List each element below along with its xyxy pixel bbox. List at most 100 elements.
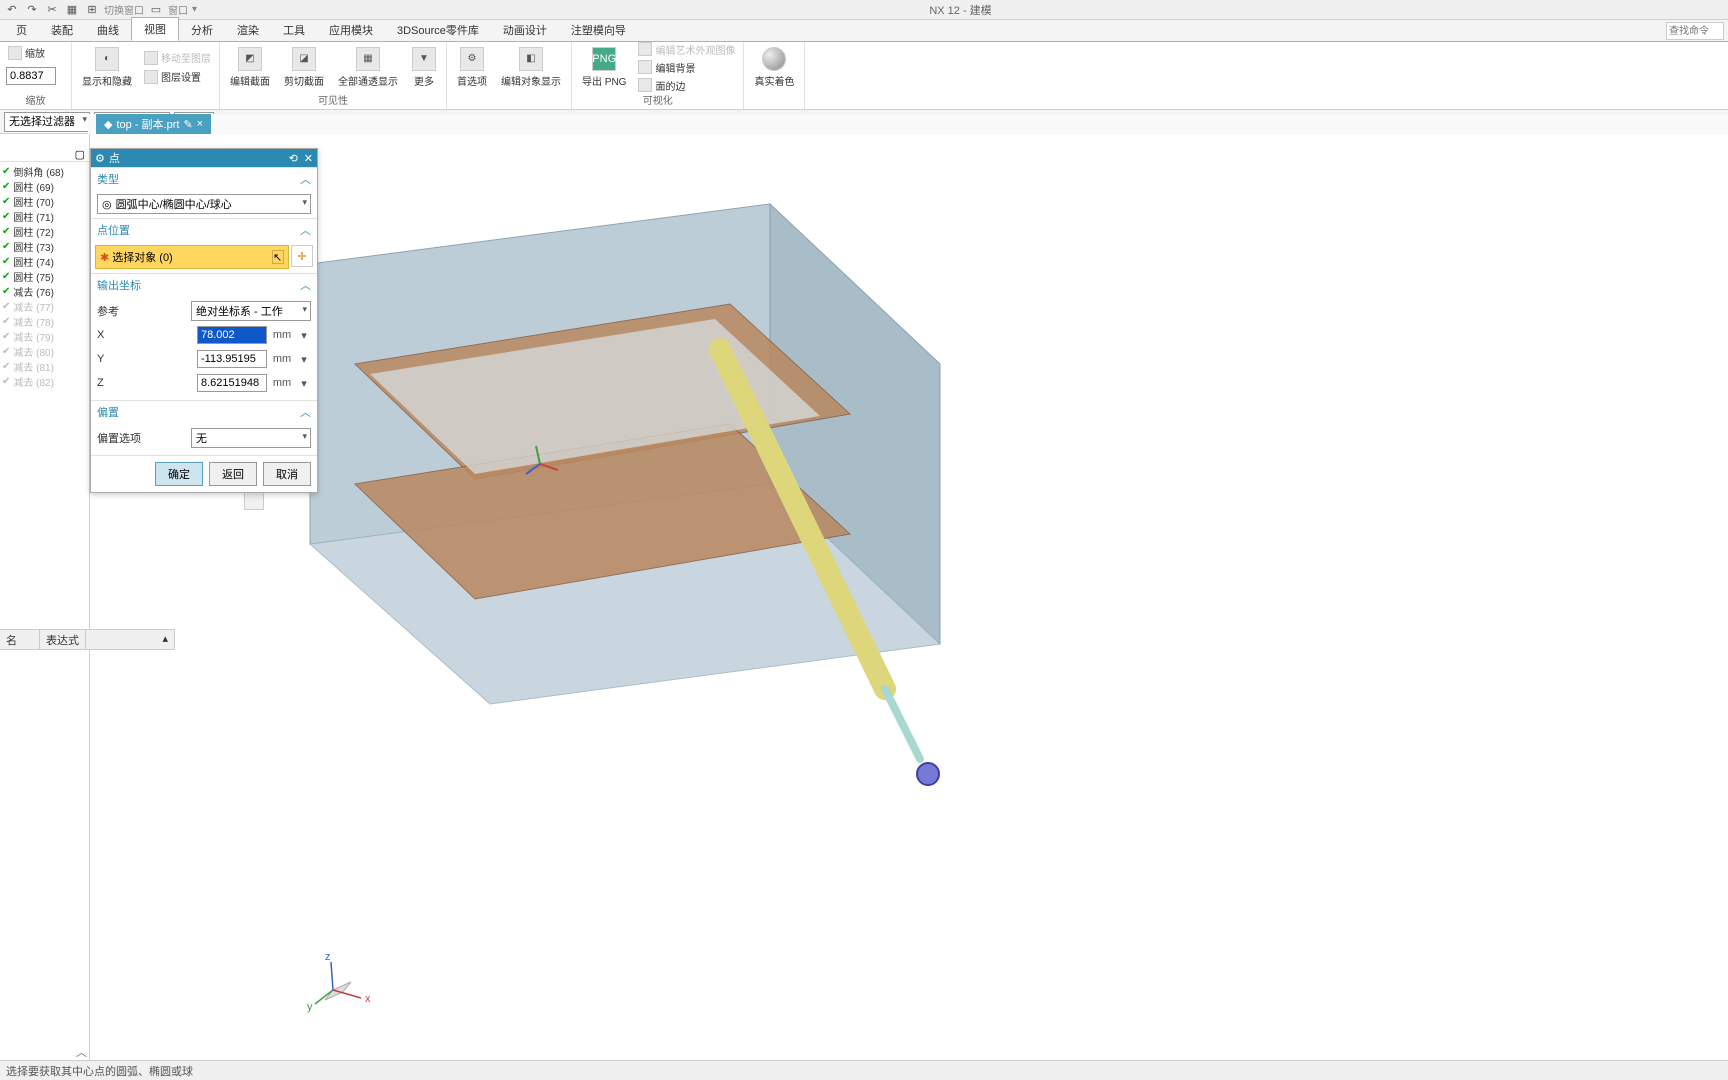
close-icon[interactable]: ✕ [304, 152, 313, 165]
art-icon [638, 42, 652, 56]
editobj-icon: ◧ [519, 47, 543, 71]
y-input[interactable] [197, 350, 267, 368]
reference-combo[interactable]: 绝对坐标系 - 工作 [191, 301, 311, 321]
x-dropdown-icon[interactable]: ▾ [297, 329, 311, 342]
tree-item[interactable]: ✔减去 (81) [0, 359, 89, 374]
tree-item-label: 减去 (76) [13, 284, 54, 299]
tree-item[interactable]: ✔圆柱 (73) [0, 239, 89, 254]
export-png-button[interactable]: PNG导出 PNG [578, 45, 630, 90]
collapse-arrow-icon[interactable]: ︿ [76, 1044, 87, 1060]
circle-center-icon: ◎ [102, 198, 112, 211]
check-icon: ✔ [2, 316, 10, 327]
edit-background-button[interactable]: 编辑背景 [636, 59, 737, 76]
tab-moldwizard[interactable]: 注塑模向导 [559, 19, 638, 41]
col-expression[interactable]: 表达式 [40, 630, 86, 649]
offset-label: 偏置选项 [97, 430, 141, 446]
svg-text:x: x [365, 993, 371, 1005]
tree-item[interactable]: ✔圆柱 (72) [0, 224, 89, 239]
tree-item[interactable]: ✔圆柱 (70) [0, 194, 89, 209]
see-through-button[interactable]: ▦全部通透显示 [334, 45, 402, 90]
edit-object-display-button[interactable]: ◧编辑对象显示 [497, 45, 565, 90]
filter-combo[interactable]: 无选择过滤器 [4, 112, 90, 132]
check-icon: ✔ [2, 181, 10, 192]
ok-button[interactable]: 确定 [155, 462, 203, 486]
tree-item-label: 减去 (79) [13, 329, 54, 344]
feature-tree[interactable]: ✔倒斜角 (68)✔圆柱 (69)✔圆柱 (70)✔圆柱 (71)✔圆柱 (72… [0, 162, 89, 389]
tab-curve[interactable]: 曲线 [85, 19, 131, 41]
col-sort-icon[interactable]: ▴ [86, 630, 175, 649]
tree-item[interactable]: ✔减去 (80) [0, 344, 89, 359]
tree-item[interactable]: ✔减去 (76) [0, 284, 89, 299]
dialog-titlebar[interactable]: ⚙点 ⟲✕ [91, 149, 317, 167]
tree-item[interactable]: ✔圆柱 (75) [0, 269, 89, 284]
edit-section-button[interactable]: ◪剪切截面 [280, 45, 328, 90]
chevron-up-icon: ︿ [300, 171, 311, 187]
select-object-row[interactable]: ✱选择对象 (0) ↖ [95, 245, 289, 269]
paste-icon[interactable]: ▦ [64, 2, 80, 18]
window-label[interactable]: 窗口 [168, 2, 188, 17]
move-layer-button[interactable]: 移动至图层 [142, 49, 213, 66]
tab-analysis[interactable]: 分析 [179, 19, 225, 41]
art-appearance-button[interactable]: 编辑艺术外观图像 [636, 41, 737, 58]
reset-icon[interactable]: ⟲ [289, 152, 298, 165]
tree-item-label: 圆柱 (75) [13, 269, 54, 284]
back-button[interactable]: 返回 [209, 462, 257, 486]
tab-page[interactable]: 页 [4, 19, 39, 41]
layer-settings-button[interactable]: 图层设置 [142, 68, 213, 85]
sphere-icon [762, 47, 786, 71]
tree-item[interactable]: ✔圆柱 (71) [0, 209, 89, 224]
command-search-input[interactable] [1666, 22, 1724, 40]
tree-item[interactable]: ✔圆柱 (74) [0, 254, 89, 269]
col-name[interactable]: 名 [0, 630, 40, 649]
bg-icon [638, 60, 652, 74]
tree-item[interactable]: ✔减去 (82) [0, 374, 89, 389]
panel-toggle-icon[interactable]: ▢ [75, 148, 85, 161]
zoom-button[interactable]: 缩放 [6, 44, 47, 61]
clip-icon: ◩ [238, 47, 262, 71]
pref-icon: ⚙ [460, 47, 484, 71]
tab-appmodule[interactable]: 应用模块 [317, 19, 385, 41]
close-tab-icon[interactable]: × [197, 118, 203, 130]
y-dropdown-icon[interactable]: ▾ [297, 353, 311, 366]
tab-assembly[interactable]: 装配 [39, 19, 85, 41]
undo-icon[interactable]: ↶ [4, 2, 20, 18]
tab-tools[interactable]: 工具 [271, 19, 317, 41]
document-tab[interactable]: ◆ top - 副本.prt ✎ × [96, 114, 211, 134]
section-coord-header[interactable]: 输出坐标︿ [91, 273, 317, 296]
tree-item[interactable]: ✔减去 (79) [0, 329, 89, 344]
window-icon[interactable]: ▭ [148, 2, 164, 18]
more-visibility-button[interactable]: ▼更多 [408, 45, 440, 90]
x-input[interactable] [197, 326, 267, 344]
preferences-button[interactable]: ⚙首选项 [453, 45, 491, 90]
section-offset-header[interactable]: 偏置︿ [91, 400, 317, 423]
section-type-header[interactable]: 类型︿ [91, 167, 317, 190]
toggle-window-icon[interactable]: ⊞ [84, 2, 100, 18]
doc-modified-icon: ✎ [183, 118, 192, 131]
z-input[interactable] [197, 374, 267, 392]
3d-viewport[interactable]: x y z [90, 134, 1728, 1060]
z-dropdown-icon[interactable]: ▾ [297, 377, 311, 390]
zoom-icon [8, 46, 22, 60]
tree-item[interactable]: ✔减去 (78) [0, 314, 89, 329]
copy-icon[interactable]: ✂ [44, 2, 60, 18]
tab-view[interactable]: 视图 [131, 17, 179, 41]
tab-3dsource[interactable]: 3DSource零件库 [385, 19, 491, 41]
tree-item-label: 减去 (77) [13, 299, 54, 314]
section-position-header[interactable]: 点位置︿ [91, 218, 317, 241]
check-icon: ✔ [2, 166, 10, 177]
tree-item[interactable]: ✔减去 (77) [0, 299, 89, 314]
truecolor-button[interactable]: 真实着色 [750, 45, 798, 90]
tree-item[interactable]: ✔倒斜角 (68) [0, 164, 89, 179]
tree-item[interactable]: ✔圆柱 (69) [0, 179, 89, 194]
tree-item-label: 圆柱 (69) [13, 179, 54, 194]
showhide-button[interactable]: ◐显示和隐藏 [78, 45, 136, 90]
type-combo[interactable]: ◎圆弧中心/椭圆中心/球心 [97, 194, 311, 214]
redo-icon[interactable]: ↷ [24, 2, 40, 18]
offset-combo[interactable]: 无 [191, 428, 311, 448]
zoom-value-input[interactable] [6, 67, 56, 85]
tab-animation[interactable]: 动画设计 [491, 19, 559, 41]
cancel-button[interactable]: 取消 [263, 462, 311, 486]
clip-section-button[interactable]: ◩编辑截面 [226, 45, 274, 90]
tab-render[interactable]: 渲染 [225, 19, 271, 41]
point-snap-button[interactable]: ✛ [291, 245, 313, 267]
